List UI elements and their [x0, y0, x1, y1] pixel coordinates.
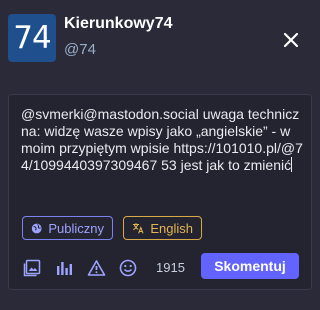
language-label: English [150, 220, 193, 236]
emoji-icon [119, 259, 137, 277]
emoji-button[interactable] [117, 257, 139, 279]
submit-button[interactable]: Skomentuj [201, 253, 299, 279]
avatar: 74 [8, 14, 56, 62]
compose-header: 74 Kierunkowy74 @74 [0, 0, 318, 88]
text-caret [291, 157, 293, 172]
warning-icon [87, 260, 105, 276]
close-button[interactable] [278, 27, 304, 53]
compose-text: @svmerki@mastodon.social uwaga techniczn… [21, 106, 303, 173]
add-poll-button[interactable] [53, 257, 75, 279]
compose-form: @svmerki@mastodon.social uwaga techniczn… [8, 94, 312, 290]
visibility-button[interactable]: Publiczny [22, 216, 113, 240]
image-icon [23, 259, 41, 277]
content-warning-button[interactable] [85, 257, 107, 279]
globe-icon [31, 223, 42, 233]
compose-textarea[interactable]: @svmerki@mastodon.social uwaga techniczn… [21, 106, 303, 174]
language-button[interactable]: English [123, 216, 202, 240]
close-icon [283, 32, 299, 48]
visibility-label: Publiczny [48, 220, 104, 236]
add-media-button[interactable] [21, 257, 43, 279]
display-name: Kierunkowy74 [64, 15, 173, 32]
translate-icon [132, 223, 144, 234]
account-handle: @74 [64, 41, 96, 58]
poll-icon [57, 262, 72, 275]
character-counter: 1915 [156, 260, 185, 275]
